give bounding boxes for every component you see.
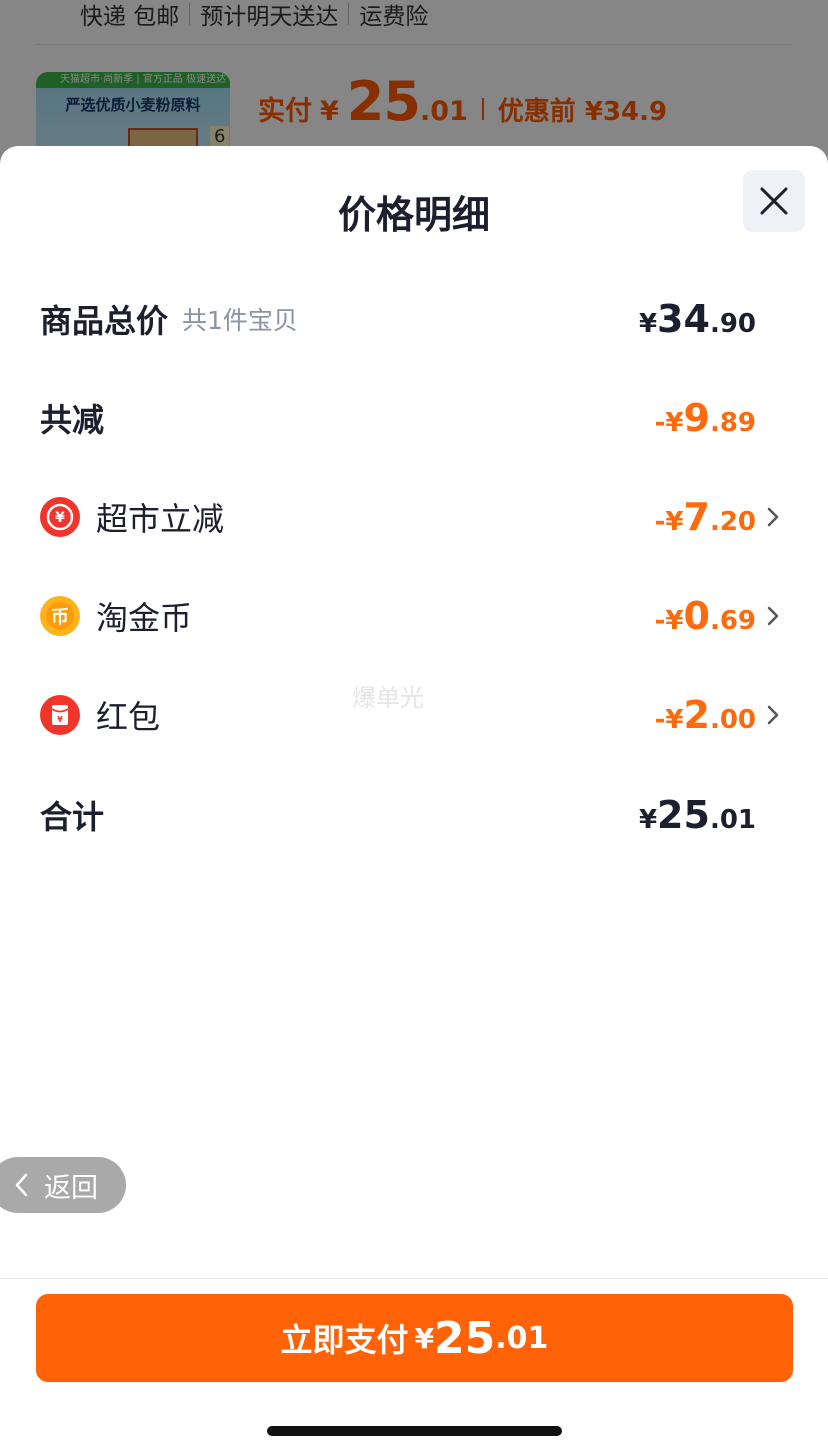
red-packet-amount: -¥ 2 .00 xyxy=(655,693,756,737)
amount-decimal: .69 xyxy=(709,606,756,636)
amount-integer: 25 xyxy=(434,1312,496,1364)
modal-overlay[interactable] xyxy=(0,0,828,160)
pay-button-label: 立即支付 xyxy=(280,1321,409,1359)
goods-total-amount: ¥ 34 .90 xyxy=(639,297,756,341)
back-button[interactable]: 返回 xyxy=(0,1157,126,1213)
amount-integer: 7 xyxy=(683,495,710,539)
amount-decimal: .01 xyxy=(709,805,756,835)
back-button-label: 返回 xyxy=(44,1172,98,1204)
sheet-title: 价格明细 xyxy=(337,193,490,237)
svg-text:¥: ¥ xyxy=(55,510,65,526)
row-label: 合计 xyxy=(40,798,105,836)
footer-divider xyxy=(0,1278,828,1279)
supermarket-discount-row[interactable]: ¥ 超市立减 -¥ 7 .20 xyxy=(40,487,788,547)
close-icon xyxy=(760,187,788,215)
yuan-down-icon: ¥ xyxy=(40,497,80,537)
amount-decimal: .90 xyxy=(709,309,756,339)
price-detail-sheet: 价格明细 商品总价 共1件宝贝 ¥ 34 .90 共减 -¥ 9 .89 ¥ 超… xyxy=(0,146,828,1454)
amount-decimal: .89 xyxy=(709,408,756,438)
row-label: 共减 xyxy=(40,401,105,439)
watermark: 爆单光 xyxy=(352,684,424,712)
amount-decimal: .20 xyxy=(709,507,756,537)
total-discount-row: 共减 -¥ 9 .89 xyxy=(40,388,788,448)
amount-integer: 0 xyxy=(683,594,710,638)
currency-symbol: -¥ xyxy=(654,606,684,636)
currency-symbol: ¥ xyxy=(638,805,658,835)
pay-now-button[interactable]: 立即支付 ¥ 25 .01 xyxy=(36,1294,793,1382)
close-button[interactable] xyxy=(743,170,805,232)
item-count: 共1件宝贝 xyxy=(182,306,298,335)
currency-symbol: ¥ xyxy=(414,1321,435,1355)
grand-total-amount: ¥ 25 .01 xyxy=(639,793,756,837)
chevron-right-icon xyxy=(767,606,779,626)
taojinbi-row[interactable]: 币 淘金币 -¥ 0 .69 xyxy=(40,586,788,646)
coin-icon: 币 xyxy=(40,596,80,636)
chevron-right-icon xyxy=(767,507,779,527)
amount-integer: 34 xyxy=(657,297,710,341)
amount-decimal: .00 xyxy=(709,705,756,735)
home-indicator[interactable] xyxy=(267,1426,562,1436)
total-discount-amount: -¥ 9 .89 xyxy=(655,396,756,440)
svg-text:¥: ¥ xyxy=(57,715,63,724)
currency-symbol: ¥ xyxy=(638,309,658,339)
amount-integer: 9 xyxy=(683,396,710,440)
chevron-left-icon xyxy=(15,1173,28,1197)
red-packet-icon: ¥ xyxy=(40,695,80,735)
chevron-right-icon xyxy=(767,705,779,725)
currency-symbol: -¥ xyxy=(654,408,684,438)
row-label: 超市立减 xyxy=(96,500,225,538)
grand-total-row: 合计 ¥ 25 .01 xyxy=(40,785,788,845)
svg-text:币: 币 xyxy=(51,607,69,628)
row-label: 淘金币 xyxy=(96,599,193,637)
currency-symbol: -¥ xyxy=(654,705,684,735)
amount-integer: 2 xyxy=(683,693,710,737)
supermarket-discount-amount: -¥ 7 .20 xyxy=(655,495,756,539)
row-label: 商品总价 xyxy=(40,302,169,340)
row-label: 红包 xyxy=(96,698,161,736)
goods-total-row: 商品总价 共1件宝贝 ¥ 34 .90 xyxy=(40,289,788,349)
amount-integer: 25 xyxy=(657,793,710,837)
taojinbi-amount: -¥ 0 .69 xyxy=(655,594,756,638)
currency-symbol: -¥ xyxy=(654,507,684,537)
amount-decimal: .01 xyxy=(495,1320,549,1356)
